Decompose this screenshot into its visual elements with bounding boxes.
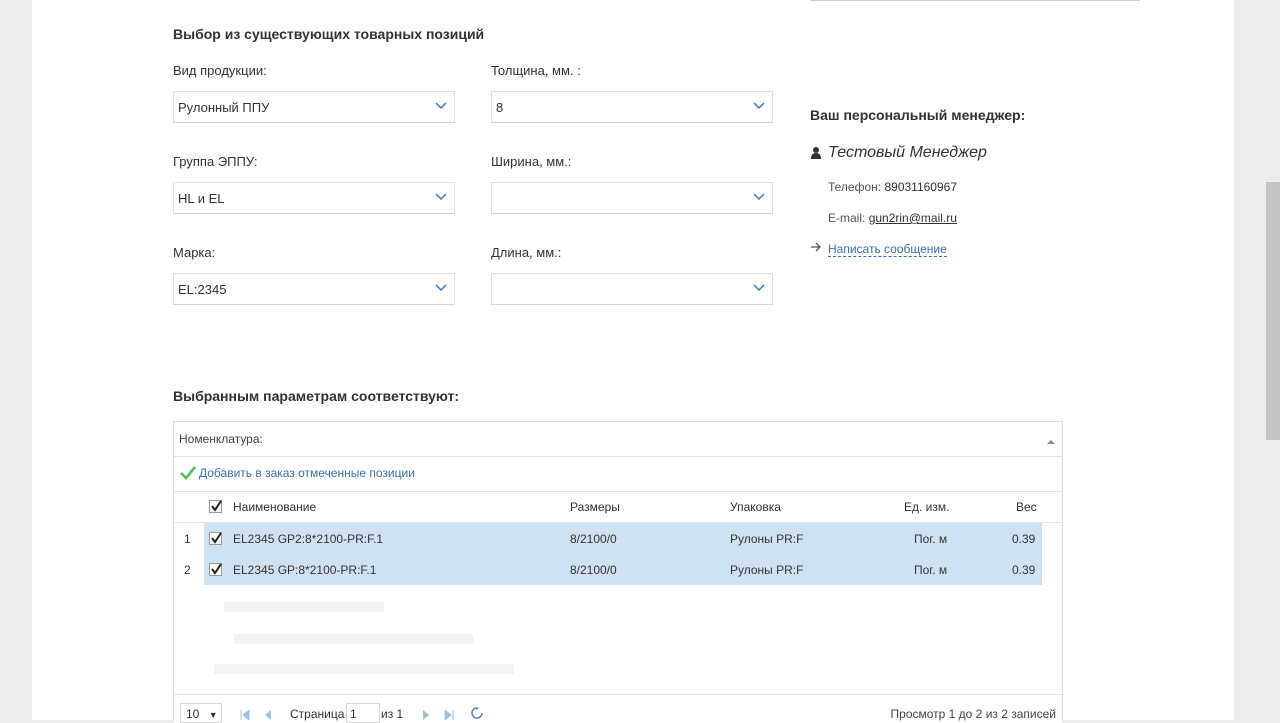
add-to-order-button[interactable]: Добавить в заказ отмеченные позиции (180, 466, 415, 480)
page-total: из 1 (381, 707, 404, 721)
add-to-order-label: Добавить в заказ отмеченные позиции (199, 466, 415, 480)
user-icon (810, 146, 822, 163)
manager-email-row: E-mail: gun2rin@mail.ru (828, 211, 957, 225)
col-name[interactable]: Наименование (233, 500, 316, 514)
results-grid: Номенклатура: Добавить в заказ отмеченны… (173, 421, 1063, 723)
manager-name: Тестовый Менеджер (828, 144, 987, 161)
brand-select[interactable]: EL:2345 (173, 273, 455, 305)
chevron-down-icon (434, 98, 448, 112)
divider (810, 0, 1140, 1)
blur-artifact (214, 664, 514, 674)
length-select[interactable] (491, 273, 773, 305)
chevron-down-icon (434, 280, 448, 294)
group-select[interactable]: HL и EL (173, 182, 455, 214)
grid-pager: 10 ▼ Страница 1 из 1 Просмотр 1 до 2 из … (174, 694, 1062, 723)
grid-caption-text: Номенклатура: (179, 432, 263, 446)
grid-toolbar: Добавить в заказ отмеченные позиции (174, 457, 1062, 492)
group-label: Группа ЭППУ: (173, 154, 258, 169)
row-checkbox[interactable] (209, 532, 222, 545)
product-type-label: Вид продукции: (173, 63, 267, 78)
grid-header: Наименование Размеры Упаковка Ед. изм. В… (174, 492, 1062, 523)
manager-title: Ваш персональный менеджер: (810, 107, 1026, 123)
manager-phone-row: Телефон: 89031160967 (828, 180, 957, 194)
row-unit: Пог. м (914, 532, 948, 546)
col-weight[interactable]: Вес (1016, 500, 1037, 514)
chevron-down-icon (752, 98, 766, 112)
page-size-select[interactable]: 10 ▼ (180, 703, 222, 723)
thickness-label: Толщина, мм. : (491, 63, 581, 78)
row-weight: 0.39 (1012, 532, 1036, 546)
row-size: 8/2100/0 (570, 532, 617, 546)
width-label: Ширина, мм.: (491, 154, 572, 169)
col-unit[interactable]: Ед. изм. (904, 500, 949, 514)
section-title: Выбор из существующих товарных позиций (173, 26, 485, 42)
row-pack: Рулоны PR:F (730, 532, 804, 546)
page-label: Страница (290, 707, 345, 721)
write-message-link[interactable]: Написать сообщение (828, 242, 947, 257)
checkmark-icon (180, 466, 196, 480)
collapse-icon[interactable] (1046, 434, 1056, 444)
chevron-down-icon (752, 189, 766, 203)
page: Выбор из существующих товарных позиций В… (32, 0, 1234, 723)
page-size-value: 10 (186, 707, 200, 721)
email-link[interactable]: gun2rin@mail.ru (869, 211, 957, 225)
phone-value: 89031160967 (884, 180, 957, 194)
group-value: HL и EL (178, 191, 225, 206)
first-page-icon[interactable] (240, 708, 250, 723)
brand-value: EL:2345 (178, 282, 227, 297)
blur-artifact (224, 602, 384, 612)
email-label: E-mail: (828, 211, 866, 225)
col-pack[interactable]: Упаковка (730, 500, 781, 514)
brand-label: Марка: (173, 245, 216, 260)
page-input[interactable]: 1 (346, 703, 380, 723)
row-name: EL2345 GP:8*2100-PR:F.1 (233, 563, 377, 577)
chevron-down-icon (752, 280, 766, 294)
product-type-select[interactable]: Рулонный ППУ (173, 91, 455, 123)
row-number: 2 (184, 563, 191, 577)
table-row[interactable]: 2 EL2345 GP:8*2100-PR:F.1 8/2100/0 Рулон… (174, 554, 1042, 585)
thickness-value: 8 (496, 100, 504, 115)
row-unit: Пог. м (914, 563, 948, 577)
row-checkbox[interactable] (209, 563, 222, 576)
arrow-right-icon (810, 241, 822, 256)
table-row[interactable]: 1 EL2345 GP2:8*2100-PR:F.1 8/2100/0 Руло… (174, 523, 1042, 554)
prev-page-icon[interactable] (264, 708, 272, 723)
results-title: Выбранным параметрам соответствуют: (173, 388, 460, 404)
dropdown-triangle-icon: ▼ (208, 710, 218, 720)
phone-label: Телефон: (828, 180, 882, 194)
width-select[interactable] (491, 182, 773, 214)
row-size: 8/2100/0 (570, 563, 617, 577)
blur-artifact (234, 634, 474, 644)
select-all-checkbox[interactable] (209, 500, 222, 513)
row-name: EL2345 GP2:8*2100-PR:F.1 (233, 532, 384, 546)
row-weight: 0.39 (1012, 563, 1036, 577)
col-size[interactable]: Размеры (570, 500, 620, 514)
product-type-value: Рулонный ППУ (178, 100, 270, 115)
row-pack: Рулоны PR:F (730, 563, 804, 577)
pager-info: Просмотр 1 до 2 из 2 записей (890, 707, 1056, 721)
scrollbar[interactable] (1266, 182, 1280, 440)
next-page-icon[interactable] (422, 708, 430, 723)
chevron-down-icon (434, 189, 448, 203)
row-number: 1 (184, 532, 191, 546)
length-label: Длина, мм.: (491, 245, 562, 260)
grid-caption: Номенклатура: (174, 422, 1062, 457)
last-page-icon[interactable] (444, 708, 454, 723)
thickness-select[interactable]: 8 (491, 91, 773, 123)
